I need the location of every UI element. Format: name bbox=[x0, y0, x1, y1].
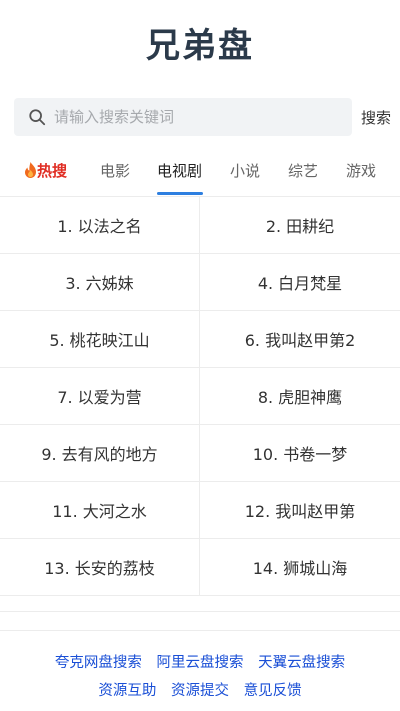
search-bar: 搜索 bbox=[14, 98, 400, 136]
list-row: 7. 以爱为营 8. 虎胆神鹰 bbox=[0, 368, 400, 425]
footer: 夸克网盘搜索 阿里云盘搜索 天翼云盘搜索 资源互助 资源提交 意见反馈 bbox=[0, 630, 400, 711]
category-tabs: 热搜 电影 电视剧 小说 综艺 游戏 bbox=[0, 152, 400, 196]
list-row: 5. 桃花映江山 6. 我叫赵甲第2 bbox=[0, 311, 400, 368]
tab-hot[interactable]: 热搜 bbox=[24, 160, 67, 181]
list-item[interactable]: 6. 我叫赵甲第2 bbox=[200, 311, 400, 367]
list-item[interactable]: 1. 以法之名 bbox=[0, 197, 200, 253]
hot-list: 1. 以法之名 2. 田耕纪 3. 六姊妹 4. 白月梵星 5. 桃花映江山 6… bbox=[0, 196, 400, 596]
list-row: 13. 长安的荔枝 14. 狮城山海 bbox=[0, 539, 400, 596]
list-item[interactable]: 9. 去有风的地方 bbox=[0, 425, 200, 481]
footer-link-feedback[interactable]: 意见反馈 bbox=[244, 683, 302, 699]
tab-hot-label: 热搜 bbox=[37, 162, 68, 180]
footer-link-quark[interactable]: 夸克网盘搜索 bbox=[55, 655, 142, 671]
list-item[interactable]: 5. 桃花映江山 bbox=[0, 311, 200, 367]
tab-tv-series[interactable]: 电视剧 bbox=[157, 160, 202, 181]
list-item[interactable]: 11. 大河之水 bbox=[0, 482, 200, 538]
tab-variety[interactable]: 综艺 bbox=[288, 160, 318, 181]
active-tab-indicator bbox=[157, 192, 203, 195]
page-title: 兄弟盘 bbox=[146, 26, 254, 66]
list-item[interactable]: 12. 我叫赵甲第 bbox=[200, 482, 400, 538]
list-item[interactable]: 3. 六姊妹 bbox=[0, 254, 200, 310]
search-input[interactable] bbox=[54, 108, 324, 126]
list-item[interactable]: 13. 长安的荔枝 bbox=[0, 539, 200, 595]
footer-link-resource-help[interactable]: 资源互助 bbox=[98, 683, 156, 699]
list-item[interactable]: 7. 以爱为营 bbox=[0, 368, 200, 424]
list-item[interactable]: 10. 书卷一梦 bbox=[200, 425, 400, 481]
tab-game[interactable]: 游戏 bbox=[346, 160, 376, 181]
list-row: 9. 去有风的地方 10. 书卷一梦 bbox=[0, 425, 400, 482]
list-row: 11. 大河之水 12. 我叫赵甲第 bbox=[0, 482, 400, 539]
search-icon bbox=[29, 109, 46, 126]
list-item[interactable]: 8. 虎胆神鹰 bbox=[200, 368, 400, 424]
search-button[interactable]: 搜索 bbox=[361, 107, 391, 128]
tab-novel[interactable]: 小说 bbox=[230, 160, 260, 181]
footer-link-aliyun[interactable]: 阿里云盘搜索 bbox=[157, 655, 244, 671]
search-box[interactable] bbox=[14, 98, 352, 136]
list-item[interactable]: 14. 狮城山海 bbox=[200, 539, 400, 595]
list-row: 3. 六姊妹 4. 白月梵星 bbox=[0, 254, 400, 311]
fire-icon bbox=[25, 162, 36, 178]
footer-link-tianyi[interactable]: 天翼云盘搜索 bbox=[258, 655, 345, 671]
list-divider bbox=[0, 596, 400, 612]
list-item[interactable]: 2. 田耕纪 bbox=[200, 197, 400, 253]
tab-movie[interactable]: 电影 bbox=[100, 160, 130, 181]
list-row: 1. 以法之名 2. 田耕纪 bbox=[0, 197, 400, 254]
list-item[interactable]: 4. 白月梵星 bbox=[200, 254, 400, 310]
footer-link-resource-submit[interactable]: 资源提交 bbox=[171, 683, 229, 699]
footer-links: 夸克网盘搜索 阿里云盘搜索 天翼云盘搜索 资源互助 资源提交 意见反馈 bbox=[0, 631, 400, 705]
